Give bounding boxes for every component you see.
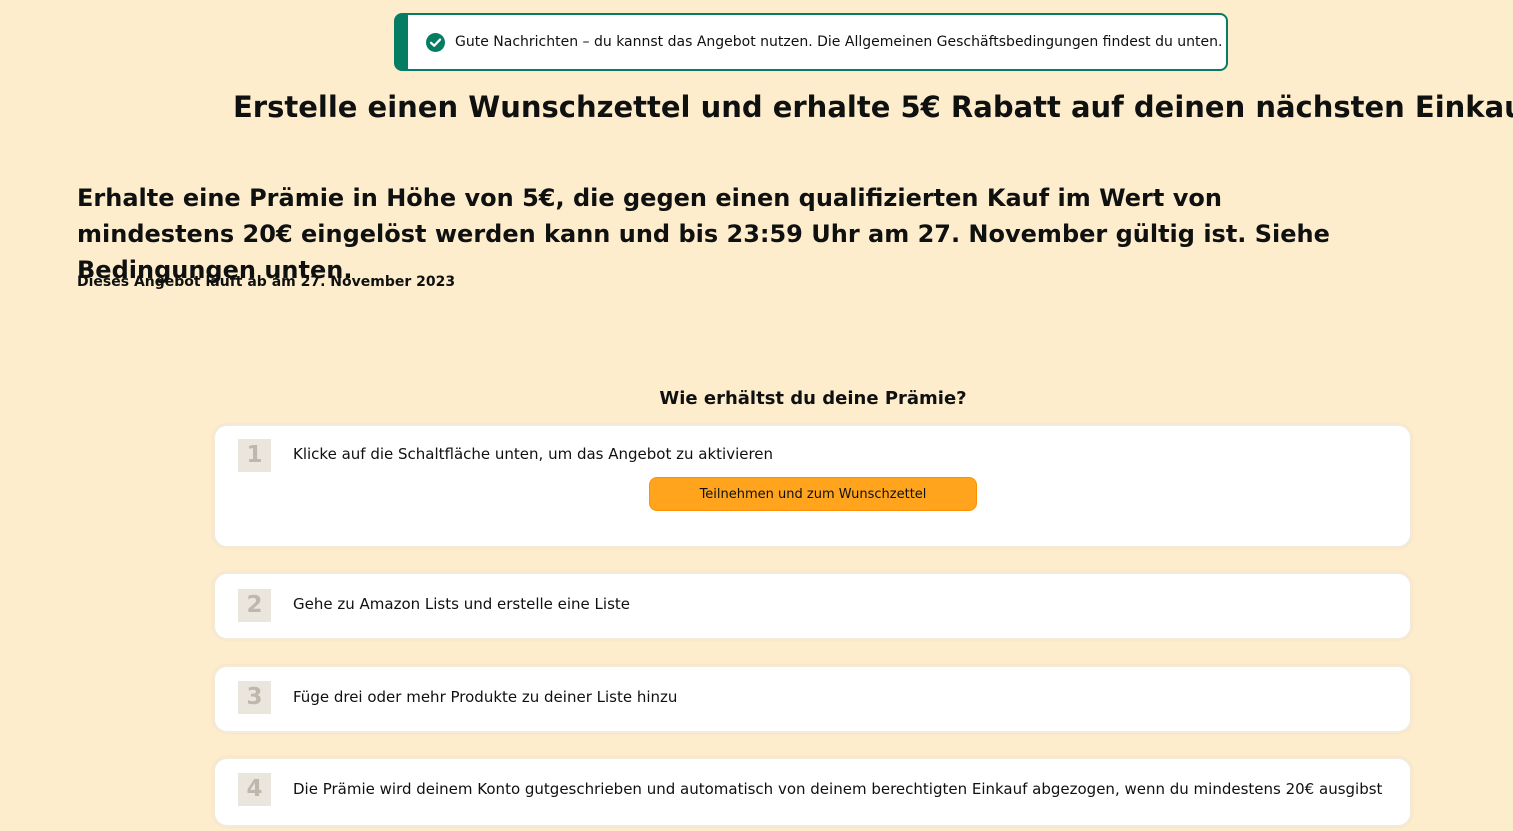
join-wishlist-button[interactable]: Teilnehmen und zum Wunschzettel xyxy=(649,477,977,511)
step-card-2: 2 Gehe zu Amazon Lists und erstelle eine… xyxy=(213,572,1412,640)
step-card-1: 1 Klicke auf die Schaltfläche unten, um … xyxy=(213,424,1412,548)
offer-page: Gute Nachrichten – du kannst das Angebot… xyxy=(0,0,1513,831)
step-card-4: 4 Die Prämie wird deinem Konto gutgeschr… xyxy=(213,757,1412,827)
page-title: Erstelle einen Wunschzettel und erhalte … xyxy=(233,90,1513,124)
step-number: 3 xyxy=(238,681,271,714)
step-number: 2 xyxy=(238,589,271,622)
success-alert: Gute Nachrichten – du kannst das Angebot… xyxy=(394,13,1228,71)
step-text: Klicke auf die Schaltfläche unten, um da… xyxy=(293,445,774,463)
alert-text: Gute Nachrichten – du kannst das Angebot… xyxy=(455,34,1223,50)
step-number: 4 xyxy=(238,773,271,806)
offer-description: Erhalte eine Prämie in Höhe von 5€, die … xyxy=(77,184,1330,284)
check-circle-icon xyxy=(426,32,445,52)
step-text: Die Prämie wird deinem Konto gutgeschrie… xyxy=(293,780,1383,798)
step-text: Gehe zu Amazon Lists und erstelle eine L… xyxy=(293,595,631,613)
steps-title: Wie erhältst du deine Prämie? xyxy=(659,388,967,409)
step-text: Füge drei oder mehr Produkte zu deiner L… xyxy=(293,688,678,706)
step-number: 1 xyxy=(238,439,271,472)
offer-expiry: Dieses Angebot läuft ab am 27. November … xyxy=(77,274,456,290)
step-card-3: 3 Füge drei oder mehr Produkte zu deiner… xyxy=(213,665,1412,733)
